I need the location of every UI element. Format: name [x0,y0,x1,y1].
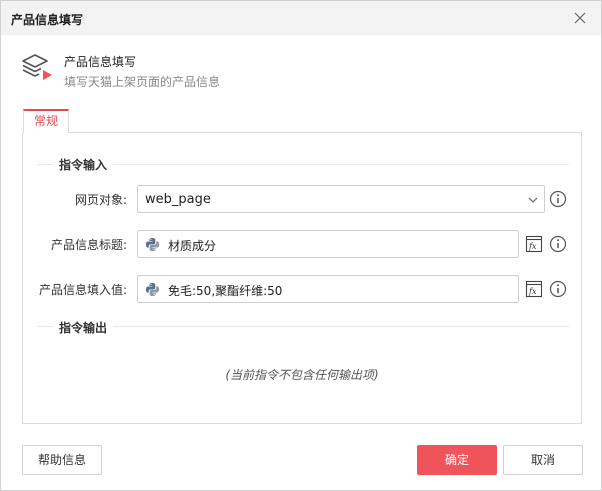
help-button[interactable]: 帮助信息 [22,445,102,475]
tab-general[interactable]: 常规 [23,109,70,133]
dialog-window: 产品信息填写 产品信息填写 填写天猫上架页面的产品信息 常规 指令输入 指令输出… [0,0,602,491]
header-title: 产品信息填写 [64,55,137,69]
product-value-label: 产品信息填入值: [38,283,127,297]
header-subtitle: 填写天猫上架页面的产品信息 [64,75,221,89]
divider [37,164,569,165]
fx-icon[interactable]: fx [525,235,543,253]
section-title-input: 指令输入 [53,156,114,173]
python-icon [145,237,160,252]
product-value-value: 免毛:50,聚酯纤维:50 [168,284,283,298]
output-empty-note: (当前指令不包含任何输出项) [225,368,379,382]
web-object-select[interactable]: web_page [137,185,545,213]
web-object-value: web_page [145,192,211,207]
product-title-value: 材质成分 [168,239,217,253]
section-title-output: 指令输出 [53,319,114,336]
close-icon[interactable] [573,11,587,25]
info-icon[interactable] [549,235,567,253]
cancel-button[interactable]: 取消 [503,445,583,475]
product-title-input[interactable]: 材质成分 [137,230,519,258]
divider [37,326,569,327]
product-title-label: 产品信息标题: [50,238,127,252]
product-value-input[interactable]: 免毛:50,聚酯纤维:50 [137,275,519,303]
info-icon[interactable] [549,190,567,208]
ok-button[interactable]: 确定 [417,445,497,475]
chevron-down-icon [528,197,538,203]
svg-text:fx: fx [528,287,537,296]
window-title: 产品信息填写 [11,13,84,27]
title-bar: 产品信息填写 [1,1,601,35]
fx-icon[interactable]: fx [525,280,543,298]
web-object-label: 网页对象: [74,193,127,207]
svg-text:fx: fx [528,242,537,251]
layers-play-icon [22,54,52,80]
info-icon[interactable] [549,280,567,298]
python-icon [145,282,160,297]
